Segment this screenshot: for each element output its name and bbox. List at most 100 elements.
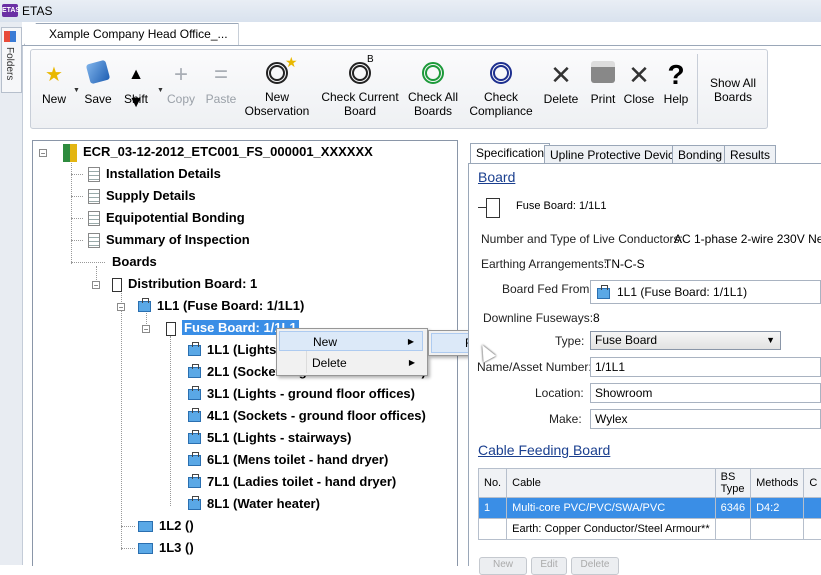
new-button[interactable]: ★ ▼ New [35,50,73,128]
tree-node-label: Supply Details [106,188,196,203]
menu-item-delete[interactable]: Delete ▶ [279,353,423,373]
tree-node-installation-details[interactable]: Installation Details [88,164,221,184]
column-header-cable[interactable]: Cable [507,469,716,498]
shift-label: Shift [119,92,153,106]
tree-node-distribution-board[interactable]: Distribution Board: 1 [112,274,257,294]
downline-fuseways-value: 8 [593,311,600,325]
column-header-bs-type[interactable]: BS Type [715,469,750,498]
save-button[interactable]: Save [81,50,115,128]
expander-fuse-parent[interactable]: − [117,303,125,311]
table-cell: 6346 [715,498,750,519]
print-button[interactable]: Print [583,50,623,128]
shift-dropdown-arrow[interactable]: ▼ [157,87,164,94]
tree-node-fuseway-6[interactable]: 6L1 (Mens toilet - hand dryer) [188,450,388,470]
fuseway-icon [188,389,201,400]
table-cell [479,519,507,540]
paste-label: Paste [203,92,239,106]
tree-node-fuseway-3[interactable]: 3L1 (Lights - ground floor offices) [188,384,415,404]
table-row[interactable]: 1 Multi-core PVC/PVC/SWA/PVC 6346 D4:2 [479,498,821,519]
tree-node-fuseway-7[interactable]: 7L1 (Ladies toilet - hand dryer) [188,472,396,492]
fuseway-icon [188,499,201,510]
cable-edit-button[interactable]: Edit [531,557,567,575]
copy-button[interactable]: + Copy [165,50,197,128]
tab-upline-protective-device[interactable]: Upline Protective Device [544,145,687,163]
tree-node-1l2[interactable]: 1L2 () [138,516,194,536]
table-cell: 1 [479,498,507,519]
tree-node-label: 5L1 (Lights - stairways) [207,430,351,445]
tab-results[interactable]: Results [724,145,776,163]
tree-node-fuse-parent[interactable]: 1L1 (Fuse Board: 1/1L1) [138,296,304,316]
tree-node-equipotential-bonding[interactable]: Equipotential Bonding [88,208,245,228]
tree-line [71,262,105,263]
plus-icon: + [174,61,188,89]
paste-button[interactable]: = Paste [203,50,239,128]
check-compliance-button[interactable]: Check Compliance [465,50,537,128]
tree-node-summary-of-inspection[interactable]: Summary of Inspection [88,230,250,250]
help-button[interactable]: ? Help [657,50,695,128]
expander-distribution-board[interactable]: − [92,281,100,289]
table-row[interactable]: Earth: Copper Conductor/Steel Armour** [479,519,821,540]
expander-root[interactable]: − [39,149,47,157]
name-asset-label: Name/Asset Number: [477,360,592,374]
tree-node-label: Distribution Board: 1 [128,276,257,291]
tree-node-boards[interactable]: Boards [112,252,157,272]
close-x-icon: ✕ [628,61,650,89]
tree-node-label: 4L1 (Sockets - ground floor offices) [207,408,426,423]
tree-node-fuseway-5[interactable]: 5L1 (Lights - stairways) [188,428,351,448]
save-label: Save [81,92,115,106]
close-button[interactable]: ✕ Close [621,50,657,128]
menu-item-new[interactable]: New ▶ [279,331,423,351]
check-spiral-icon [349,62,371,84]
tree-node-label: 6L1 (Mens toilet - hand dryer) [207,452,388,467]
tab-specification[interactable]: Specification [470,143,550,164]
fed-from-field[interactable]: 1L1 (Fuse Board: 1/1L1) [590,280,821,304]
folders-label: Folders [4,47,15,80]
make-input[interactable]: Wylex [590,409,821,429]
expander-fuse-board[interactable]: − [142,325,150,333]
shift-button[interactable]: ▲▼ ▼ Shift [119,50,153,128]
tree-line [71,196,83,197]
column-header-c[interactable]: C (r [804,469,821,498]
tree-node-supply-details[interactable]: Supply Details [88,186,196,206]
cable-table: No. Cable BS Type Methods C (r 1 Multi-c… [478,468,821,540]
fed-from-value: 1L1 (Fuse Board: 1/1L1) [617,285,747,299]
column-header-methods[interactable]: Methods [751,469,804,498]
cable-new-button[interactable]: New [479,557,527,575]
delete-label: Delete [539,92,583,106]
question-mark-icon: ? [667,61,684,89]
check-current-board-label: Check Current Board [317,90,403,118]
check-all-boards-button[interactable]: Check All Boards [405,50,461,128]
location-input[interactable]: Showroom [590,383,821,403]
window-title: ETAS [22,4,52,18]
tree-line [121,548,135,549]
tree-node-fuseway-4[interactable]: 4L1 (Sockets - ground floor offices) [188,406,426,426]
show-all-boards-label: Show All Boards [699,76,767,104]
star-icon: ★ [45,61,63,89]
table-cell: D4:2 [751,498,804,519]
check-current-board-button[interactable]: B Check Current Board [317,50,403,128]
type-select[interactable]: Fuse Board ▼ [590,331,781,350]
new-observation-button[interactable]: ★ New Observation [241,50,313,128]
new-dropdown-arrow[interactable]: ▼ [73,87,80,94]
document-tab[interactable]: Xample Company Head Office_... [24,23,239,45]
dropdown-arrow-icon: ▼ [766,332,775,349]
column-header-no[interactable]: No. [479,469,507,498]
tree-line [170,336,171,506]
fuseway-icon [188,367,201,378]
name-asset-input[interactable]: 1/1L1 [590,357,821,377]
cable-delete-button[interactable]: Delete [571,557,619,575]
tree-node-label: 1L2 () [159,518,194,533]
tab-bonding[interactable]: Bonding [672,145,728,163]
table-header-row: No. Cable BS Type Methods C (r [479,469,821,498]
make-label: Make: [549,412,582,426]
tree-node-fuseway-8[interactable]: 8L1 (Water heater) [188,494,320,514]
tree-node-1l3[interactable]: 1L3 () [138,538,194,558]
tree-node-label: Installation Details [106,166,221,181]
fed-from-label: Board Fed From: [502,282,593,296]
delete-button[interactable]: ✕ Delete [539,50,583,128]
board-rect-icon [138,543,153,554]
show-all-boards-button[interactable]: Show All Boards [699,50,767,128]
fuseway-icon [188,411,201,422]
type-label: Type: [555,334,584,348]
tree-node-root[interactable]: ECR_03-12-2012_ETC001_FS_000001_XXXXXX [63,142,373,162]
